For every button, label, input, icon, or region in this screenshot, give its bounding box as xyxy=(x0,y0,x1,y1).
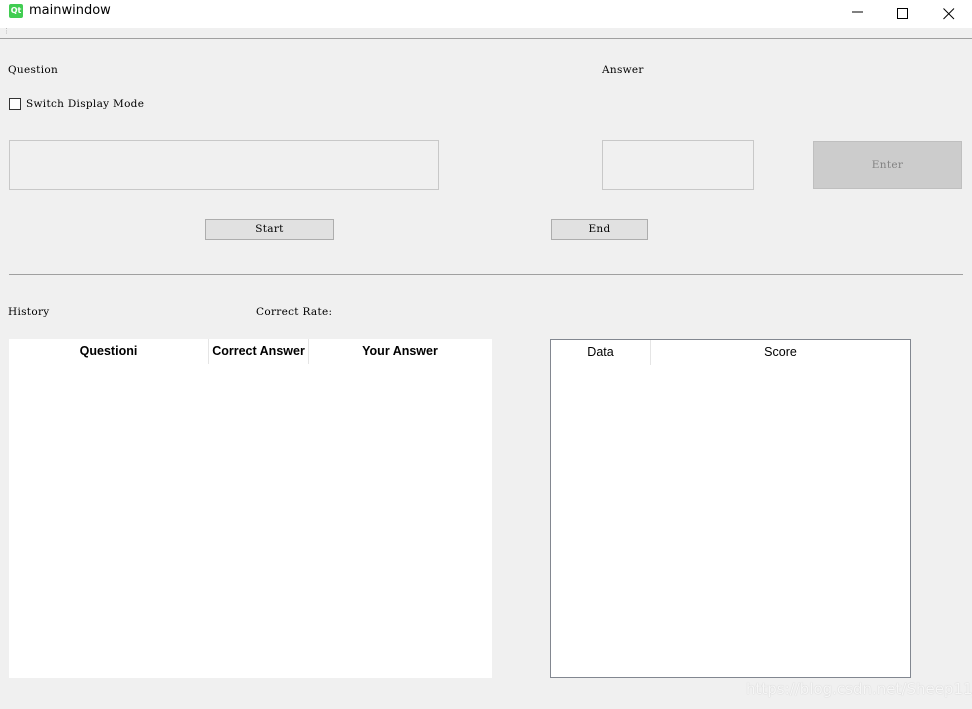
score-table[interactable]: Data Score xyxy=(550,339,911,678)
question-label: Question xyxy=(8,64,59,76)
column-header-your-answer[interactable]: Your Answer xyxy=(309,339,491,364)
maximize-button[interactable] xyxy=(880,0,926,28)
title-bar xyxy=(0,0,972,28)
qt-logo-icon: Qt xyxy=(9,4,23,18)
history-label: History xyxy=(8,306,50,318)
section-divider xyxy=(9,274,963,275)
watermark: https://blog.csdn.net/Sheep11_ xyxy=(746,680,972,698)
minimize-button[interactable] xyxy=(835,0,881,28)
switch-display-mode-checkbox[interactable] xyxy=(9,98,21,110)
answer-label: Answer xyxy=(602,64,644,76)
window-title: mainwindow xyxy=(29,3,111,18)
close-button[interactable] xyxy=(926,0,972,28)
column-header-data[interactable]: Data xyxy=(551,340,651,365)
column-header-correct-answer[interactable]: Correct Answer xyxy=(209,339,309,364)
menu-grip-icon: ⋮ xyxy=(3,28,10,35)
question-display xyxy=(9,140,439,190)
column-header-question[interactable]: Questioni xyxy=(9,339,209,364)
end-button[interactable]: End xyxy=(551,219,648,240)
menu-bar xyxy=(0,28,972,38)
answer-input[interactable] xyxy=(602,140,754,190)
maximize-icon xyxy=(897,8,908,19)
history-table[interactable]: Questioni Correct Answer Your Answer xyxy=(9,339,492,678)
minimize-icon xyxy=(852,11,863,13)
close-icon xyxy=(943,8,955,20)
start-button[interactable]: Start xyxy=(205,219,334,240)
enter-button[interactable]: Enter xyxy=(813,141,962,189)
correct-rate-label: Correct Rate: xyxy=(256,306,333,318)
column-header-score[interactable]: Score xyxy=(651,340,910,365)
menu-bar-divider xyxy=(0,38,972,39)
switch-display-mode-label[interactable]: Switch Display Mode xyxy=(26,98,144,110)
